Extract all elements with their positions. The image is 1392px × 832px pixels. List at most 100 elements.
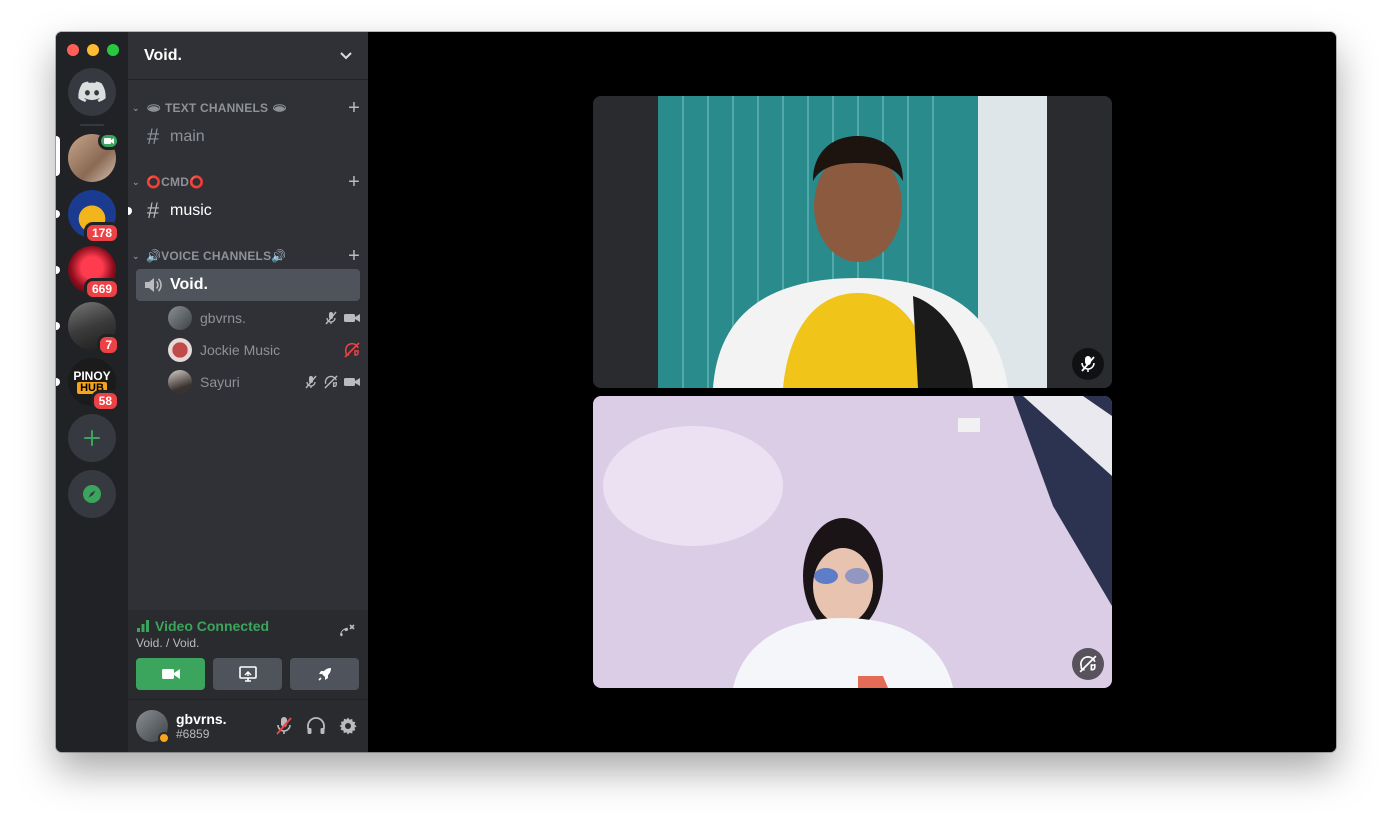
camera-icon [344, 314, 360, 322]
chevron-down-icon: ⌄ [132, 250, 140, 261]
create-channel-button[interactable]: + [348, 246, 360, 266]
chevron-down-icon: ⌄ [132, 102, 140, 113]
deafened-icon [344, 342, 360, 358]
mic-muted-icon [1081, 356, 1095, 372]
hashtag-icon: # [146, 124, 160, 149]
voice-channel-void[interactable]: Void. [136, 269, 360, 301]
mention-badge: 7 [97, 334, 120, 356]
compass-icon [83, 485, 101, 503]
mention-badge: 669 [83, 278, 120, 300]
unread-indicator [56, 266, 60, 274]
home-button[interactable] [68, 68, 116, 116]
gear-icon [339, 717, 357, 735]
muted-status [1072, 348, 1104, 380]
create-channel-button[interactable]: + [348, 172, 360, 192]
server-anime[interactable]: 7 [68, 302, 120, 356]
unread-indicator [56, 322, 60, 330]
rocket-icon [317, 668, 331, 681]
mic-muted-icon [325, 311, 337, 325]
server-neon[interactable]: 669 [68, 246, 120, 300]
voice-user[interactable]: Jockie Music [168, 336, 360, 364]
voice-user[interactable]: Sayuri [168, 368, 360, 396]
video-tile-gbvrns[interactable] [593, 96, 1112, 388]
server-evo[interactable]: 178 [68, 190, 120, 244]
video-stage [368, 32, 1336, 752]
headphones-icon [307, 717, 325, 734]
voice-user-name: Sayuri [200, 374, 240, 390]
voice-status-text: Video Connected [155, 618, 270, 634]
camera-icon [104, 138, 114, 144]
selected-server-indicator [56, 136, 60, 176]
voice-connection-panel: Video Connected Void. / Void. [128, 610, 368, 700]
avatar [168, 370, 192, 394]
camera-icon [161, 669, 180, 679]
unread-indicator [128, 207, 132, 215]
close-window-button[interactable] [67, 44, 79, 56]
user-avatar[interactable] [136, 710, 170, 744]
channel-name: main [170, 128, 205, 145]
voice-status[interactable]: Video Connected [136, 618, 269, 634]
camera-off-status [1072, 648, 1104, 680]
toggle-camera-button[interactable] [136, 658, 205, 690]
share-screen-button[interactable] [213, 658, 282, 690]
disconnect-button[interactable] [336, 622, 356, 647]
category-text-channels[interactable]: ⌄ 🕳 TEXT CHANNELS 🕳 + [132, 98, 360, 118]
user-settings-button[interactable] [336, 714, 360, 738]
mention-badge: 178 [83, 222, 120, 244]
create-channel-button[interactable]: + [348, 98, 360, 118]
channel-sidebar: Void. ⌄ 🕳 TEXT CHANNELS 🕳 + # main ⌄ ⭕CM… [128, 32, 368, 752]
voice-user-name: Jockie Music [200, 342, 281, 358]
video-active-badge [98, 132, 120, 150]
mute-button[interactable] [272, 714, 296, 738]
screen-share-icon [238, 666, 257, 682]
user-discriminator: #6859 [176, 727, 210, 741]
category-cmd[interactable]: ⌄ ⭕CMD⭕ + [132, 172, 360, 192]
channel-music[interactable]: # music [128, 195, 360, 227]
minimize-window-button[interactable] [87, 44, 99, 56]
category-label: 🔊VOICE CHANNELS🔊 [146, 249, 287, 263]
deafen-button[interactable] [304, 714, 328, 738]
video-tile-sayuri[interactable] [593, 396, 1112, 688]
channel-name: Void. [170, 276, 208, 293]
chevron-down-icon: ⌄ [132, 176, 140, 187]
avatar [168, 338, 192, 362]
category-voice-channels[interactable]: ⌄ 🔊VOICE CHANNELS🔊 + [132, 246, 360, 266]
voice-user-name: gbvrns. [200, 310, 246, 326]
plus-icon [84, 430, 100, 446]
user-panel: gbvrns. #6859 [128, 700, 368, 752]
deafened-icon [1079, 655, 1097, 673]
mention-badge: 58 [90, 390, 120, 412]
username: gbvrns. [176, 711, 227, 727]
unread-indicator [56, 378, 60, 386]
category-label: ⭕CMD⭕ [146, 175, 205, 189]
add-server-button[interactable] [68, 414, 116, 462]
deafened-icon [324, 375, 338, 389]
explore-servers-button[interactable] [68, 470, 116, 518]
avatar [168, 306, 192, 330]
speaker-icon [145, 278, 162, 292]
server-header[interactable]: Void. [128, 32, 368, 80]
camera-icon [344, 378, 360, 386]
app-window: 178 669 7 PINOY HUB 58 Void. ⌄ 🕳 TEXT CH… [56, 32, 1336, 752]
window-controls [67, 44, 119, 56]
pinoy-logo-text: PINOY [73, 369, 111, 383]
participant-video-feed [593, 396, 1112, 688]
participant-video-feed [593, 96, 1112, 388]
server-rail: 178 669 7 PINOY HUB 58 [56, 32, 128, 752]
category-label: 🕳 TEXT CHANNELS 🕳 [146, 101, 288, 115]
rail-separator [80, 124, 104, 126]
hashtag-icon: # [146, 198, 160, 223]
chevron-down-icon [340, 51, 352, 59]
zoom-window-button[interactable] [107, 44, 119, 56]
server-pinoy-hub[interactable]: PINOY HUB 58 [68, 358, 120, 412]
user-info[interactable]: gbvrns. #6859 [176, 711, 227, 741]
server-void[interactable] [68, 132, 120, 182]
disconnect-phone-icon [340, 624, 355, 637]
discord-logo-icon [78, 81, 106, 102]
voice-user[interactable]: gbvrns. [168, 304, 360, 332]
channel-main[interactable]: # main [136, 121, 360, 153]
idle-status-icon [158, 732, 170, 744]
mic-muted-icon [276, 717, 292, 735]
activity-button[interactable] [290, 658, 359, 690]
voice-location[interactable]: Void. / Void. [136, 636, 199, 650]
